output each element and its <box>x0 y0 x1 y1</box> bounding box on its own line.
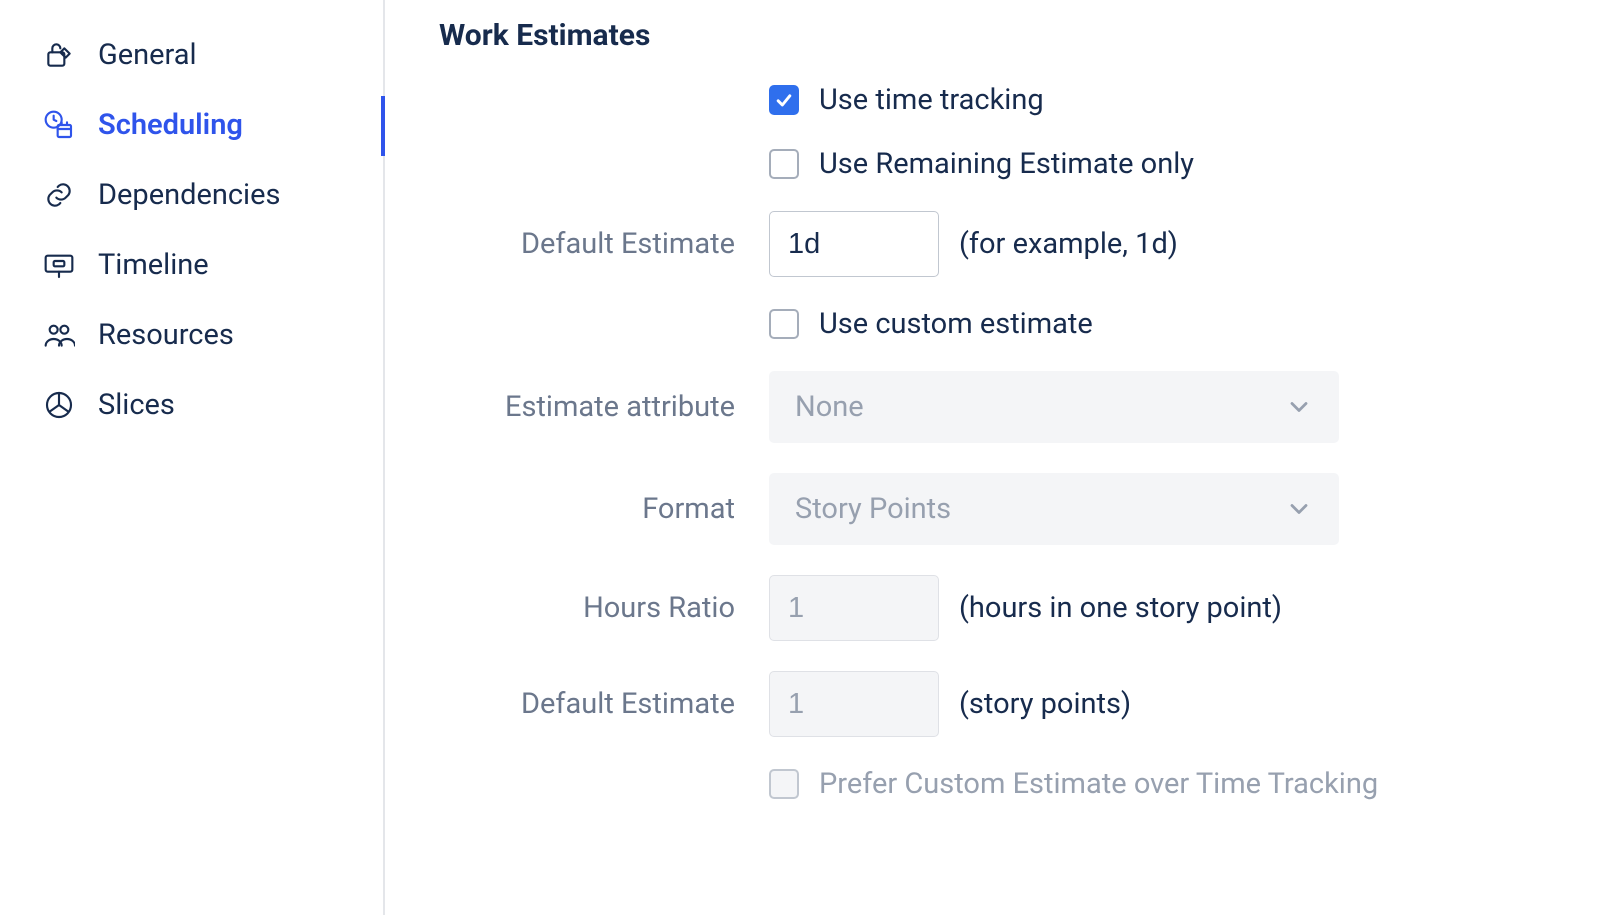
row-use-remaining-only: Use Remaining Estimate only <box>439 147 1598 181</box>
row-default-estimate-time: Default Estimate (for example, 1d) <box>439 211 1598 277</box>
sidebar-item-label: Dependencies <box>98 178 280 212</box>
sidebar-item-scheduling[interactable]: Scheduling <box>42 90 383 160</box>
prefer-custom-checkbox <box>769 769 799 799</box>
sidebar-item-label: Scheduling <box>98 108 243 142</box>
sidebar-item-dependencies[interactable]: Dependencies <box>42 160 383 230</box>
use-remaining-estimate-label[interactable]: Use Remaining Estimate only <box>819 147 1194 181</box>
lock-edit-icon <box>42 38 76 72</box>
row-use-time-tracking: Use time tracking <box>439 83 1598 117</box>
chevron-down-icon <box>1285 393 1313 421</box>
format-select: Story Points <box>769 473 1339 545</box>
clock-calendar-icon <box>42 108 76 142</box>
sidebar-item-timeline[interactable]: Timeline <box>42 230 383 300</box>
active-tab-marker <box>381 96 385 156</box>
section-title: Work Estimates <box>439 18 1598 53</box>
estimate-attribute-value: None <box>795 390 864 424</box>
use-custom-estimate-label[interactable]: Use custom estimate <box>819 307 1093 341</box>
hours-ratio-hint: (hours in one story point) <box>959 591 1282 625</box>
sidebar-item-label: Slices <box>98 388 175 422</box>
default-estimate-points-input <box>769 671 939 737</box>
hours-ratio-label: Hours Ratio <box>439 591 769 625</box>
settings-content: Work Estimates Use time tracking Use Rem… <box>385 0 1598 915</box>
use-remaining-estimate-checkbox[interactable] <box>769 149 799 179</box>
estimate-attribute-select: None <box>769 371 1339 443</box>
use-time-tracking-checkbox[interactable] <box>769 85 799 115</box>
row-estimate-attribute: Estimate attribute None <box>439 371 1598 443</box>
sidebar-item-slices[interactable]: Slices <box>42 370 383 440</box>
pie-chart-icon <box>42 388 76 422</box>
people-icon <box>42 318 76 352</box>
sidebar-item-label: Resources <box>98 318 234 352</box>
settings-page: General Scheduling Dependencies <box>0 0 1598 915</box>
default-estimate-points-label: Default Estimate <box>439 687 769 721</box>
row-prefer-custom: Prefer Custom Estimate over Time Trackin… <box>439 767 1598 801</box>
prefer-custom-label: Prefer Custom Estimate over Time Trackin… <box>819 767 1378 801</box>
row-hours-ratio: Hours Ratio (hours in one story point) <box>439 575 1598 641</box>
timeline-icon <box>42 248 76 282</box>
format-label: Format <box>439 492 769 526</box>
format-value: Story Points <box>795 492 951 526</box>
sidebar-item-general[interactable]: General <box>42 20 383 90</box>
default-estimate-time-input[interactable] <box>769 211 939 277</box>
settings-sidebar: General Scheduling Dependencies <box>0 0 385 915</box>
row-default-estimate-points: Default Estimate (story points) <box>439 671 1598 737</box>
sidebar-item-label: Timeline <box>98 248 209 282</box>
row-use-custom-estimate: Use custom estimate <box>439 307 1598 341</box>
default-estimate-time-hint: (for example, 1d) <box>959 227 1178 261</box>
sidebar-item-resources[interactable]: Resources <box>42 300 383 370</box>
chevron-down-icon <box>1285 495 1313 523</box>
use-time-tracking-label[interactable]: Use time tracking <box>819 83 1044 117</box>
default-estimate-time-label: Default Estimate <box>439 227 769 261</box>
use-custom-estimate-checkbox[interactable] <box>769 309 799 339</box>
estimate-attribute-label: Estimate attribute <box>439 390 769 424</box>
link-icon <box>42 178 76 212</box>
sidebar-item-label: General <box>98 38 197 72</box>
hours-ratio-input <box>769 575 939 641</box>
default-estimate-points-hint: (story points) <box>959 687 1131 721</box>
row-format: Format Story Points <box>439 473 1598 545</box>
